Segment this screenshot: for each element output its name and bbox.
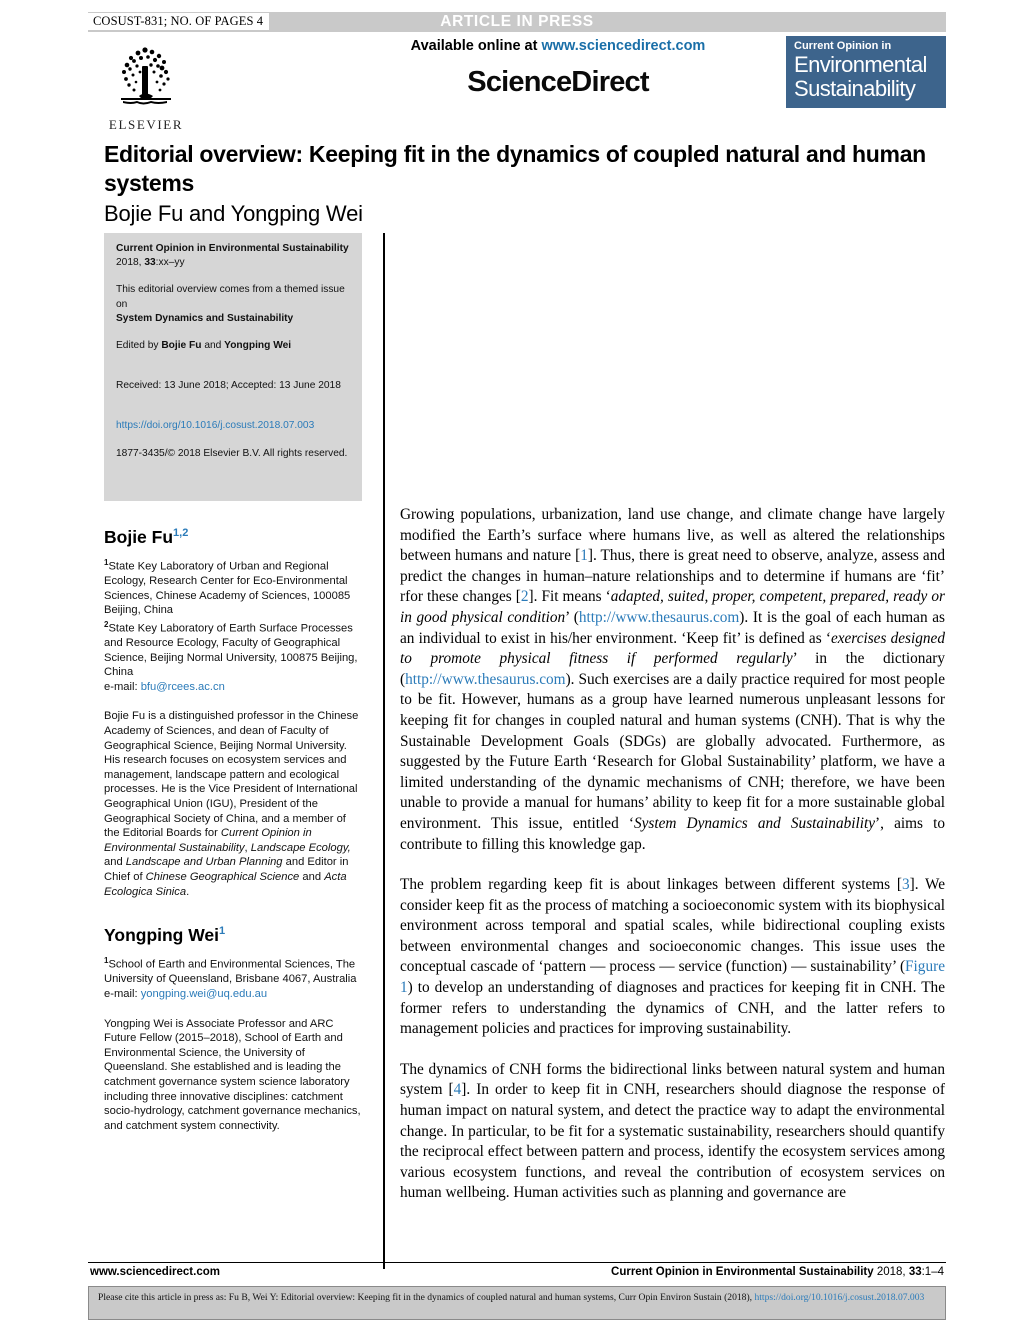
elsevier-logo: ELSEVIER: [98, 38, 194, 133]
meta-spacer-1: [116, 366, 350, 379]
meta-themed-issue: System Dynamics and Sustainability: [116, 312, 294, 324]
body-paragraph-1: Growing populations, urbanization, land …: [400, 505, 945, 855]
author-affiliations: 1School of Earth and Environmental Scien…: [104, 954, 362, 1002]
meta-doi-link[interactable]: https://doi.org/10.1016/j.cosust.2018.07…: [116, 420, 314, 431]
citation-ref-1[interactable]: 1: [580, 547, 588, 564]
meta-editor-one: Bojie Fu: [161, 340, 202, 352]
available-online-prefix: Available online at: [410, 38, 542, 54]
body-paragraph-3: The dynamics of CNH forms the bidirectio…: [400, 1060, 945, 1204]
author-affiliation-marker: 1,2: [173, 526, 189, 539]
meta-received-accepted-dates: Received: 13 June 2018; Accepted: 13 Jun…: [116, 380, 341, 392]
meta-edited-by-join: and: [201, 340, 225, 352]
author-affiliations: 1State Key Laboratory of Urban and Regio…: [104, 556, 362, 695]
footer-pages: :1–4: [921, 1266, 944, 1278]
cite-text: Please cite this article in press as: Fu…: [98, 1292, 755, 1303]
column-divider-rule: [383, 233, 385, 1269]
p1-t3: ]. Fit means ‘: [528, 588, 611, 606]
article-author-line: Bojie Fu and Yongping Wei: [104, 201, 363, 226]
sciencedirect-wordmark: ScienceDirect: [467, 66, 649, 98]
article-title: Editorial overview: Keeping fit in the d…: [104, 141, 926, 196]
author-name-heading: Yongping Wei1: [104, 921, 362, 945]
p2-t3: ) to develop an understanding of diagnos…: [400, 979, 945, 1038]
meta-journal-name: Current Opinion in Environmental Sustain…: [116, 243, 349, 254]
elsevier-wordmark: ELSEVIER: [108, 117, 184, 132]
footer-journal-citation: Current Opinion in Environmental Sustain…: [611, 1266, 944, 1278]
left-sidebar-column: Current Opinion in Environmental Sustain…: [104, 233, 362, 1133]
meta-edited-by-prefix: Edited by: [116, 340, 162, 352]
bio-text-3: and: [104, 856, 126, 869]
sciencedirect-url[interactable]: www.sciencedirect.com: [541, 38, 705, 54]
running-head-bar: COSUST-831; NO. OF PAGES 4 ARTICLE IN PR…: [88, 12, 946, 32]
available-online-line: Available online at www.sciencedirect.co…: [278, 38, 838, 54]
author-name-text: Yongping Wei: [104, 925, 220, 946]
author-name-heading: Bojie Fu1,2: [104, 523, 362, 547]
journal-cover-badge: Current Opinion in Environmental Sustain…: [786, 36, 946, 108]
bio-text-1: Bojie Fu is a distinguished professor in…: [104, 710, 359, 840]
title-block: Editorial overview: Keeping fit in the d…: [104, 140, 944, 228]
journal-article-page: COSUST-831; NO. OF PAGES 4 ARTICLE IN PR…: [0, 0, 1020, 1323]
meta-editor-two: Yongping Wei: [224, 340, 292, 352]
meta-copyright: 1877-3435/© 2018 Elsevier B.V. All right…: [116, 447, 348, 459]
thesaurus-link-2[interactable]: http://www.thesaurus.com: [405, 671, 565, 688]
author-block-yongping-wei: Yongping Wei1 1School of Earth and Envir…: [104, 921, 362, 1133]
footer-volume: 33: [908, 1266, 922, 1278]
affiliation-text-2: State Key Laboratory of Earth Surface Pr…: [104, 622, 358, 679]
please-cite-box: Please cite this article in press as: Fu…: [88, 1286, 946, 1320]
article-metadata-box: Current Opinion in Environmental Sustain…: [104, 233, 362, 501]
footer-journal-name: Current Opinion in Environmental Sustain…: [611, 1266, 874, 1278]
footer-year: 2018,: [873, 1266, 909, 1278]
author-affiliation-marker: 1: [219, 925, 226, 938]
meta-citation-year: 2018,: [116, 257, 145, 269]
bio-italic-3: Landscape and Urban Planning: [125, 856, 283, 869]
author-email-link[interactable]: yongping.wei@uq.edu.au: [141, 988, 267, 1000]
bio-text-6: .: [186, 885, 190, 898]
bio-italic-4: Chinese Geographical Science: [145, 871, 300, 883]
p1-i3: System Dynamics and Sustainability: [633, 814, 876, 832]
citation-ref-2[interactable]: 2: [521, 588, 529, 605]
email-label: e-mail:: [104, 680, 141, 693]
author-email-link[interactable]: bfu@rcees.ac.cn: [141, 681, 225, 693]
meta-spacer-2: [116, 406, 350, 419]
citation-ref-3[interactable]: 3: [902, 876, 910, 893]
article-in-press-banner: ARTICLE IN PRESS: [440, 13, 594, 30]
cite-doi-link[interactable]: https://doi.org/10.1016/j.cosust.2018.07…: [754, 1292, 924, 1303]
main-body-column: Growing populations, urbanization, land …: [400, 505, 945, 1224]
meta-citation-volume: 33: [144, 257, 156, 269]
masthead: ELSEVIER Available online at www.science…: [88, 36, 946, 132]
bio-italic-2: Landscape Ecology,: [250, 841, 351, 854]
journal-badge-line-1: Environmental: [794, 52, 927, 77]
affiliation-text-1: State Key Laboratory of Urban and Region…: [104, 560, 351, 617]
author-name-text: Bojie Fu: [104, 526, 174, 547]
p2-t1: The problem regarding keep fit is about …: [400, 876, 902, 894]
author-biography: Bojie Fu is a distinguished professor in…: [104, 709, 362, 899]
journal-badge-line-2: Sustainability: [794, 76, 916, 101]
body-paragraph-2: The problem regarding keep fit is about …: [400, 875, 945, 1040]
p1-t7: ). Such exercises are a daily practice r…: [400, 670, 945, 832]
author-block-bojie-fu: Bojie Fu1,2 1State Key Laboratory of Urb…: [104, 523, 362, 899]
footer-rule: [88, 1262, 946, 1263]
affiliation-text-1: School of Earth and Environmental Scienc…: [104, 958, 357, 986]
bio-text-5: and: [299, 871, 325, 883]
author-biography: Yongping Wei is Associate Professor and …: [104, 1017, 361, 1132]
meta-themed-intro: This editorial overview comes from a the…: [116, 284, 345, 310]
p3-t2: ]. In order to keep fit in CNH, research…: [400, 1081, 945, 1202]
email-label: e-mail:: [104, 987, 141, 1000]
elsevier-tree-icon: [121, 47, 171, 105]
footer-sciencedirect-url[interactable]: www.sciencedirect.com: [90, 1266, 220, 1278]
meta-citation-pages: :xx–yy: [155, 257, 185, 269]
p1-t4: ’ (: [565, 608, 579, 626]
thesaurus-link-1[interactable]: http://www.thesaurus.com: [579, 609, 739, 626]
